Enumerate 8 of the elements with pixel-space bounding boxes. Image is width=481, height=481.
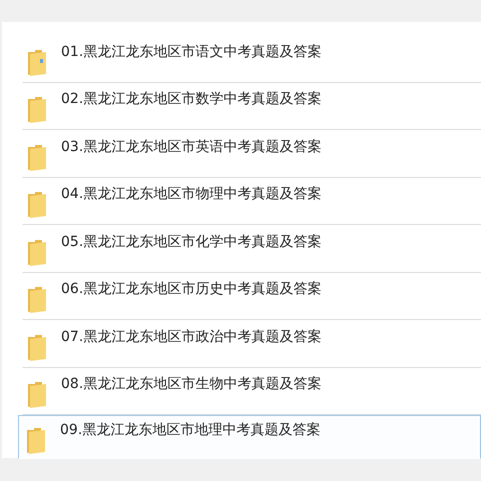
folder-item[interactable]: 07.黑龙江龙东地区市政治中考真题及答案 — [22, 320, 481, 368]
folder-item[interactable]: 01.黑龙江龙东地区市语文中考真题及答案 — [22, 35, 481, 82]
folder-item[interactable]: 03.黑龙江龙东地区市英语中考真题及答案 — [22, 130, 481, 178]
folder-item[interactable]: 04.黑龙江龙东地区市物理中考真题及答案 — [22, 178, 481, 225]
folder-item[interactable]: 02.黑龙江龙东地区市数学中考真题及答案 — [22, 82, 481, 130]
folder-item[interactable]: 09.黑龙江龙东地区市地理中考真题及答案 — [18, 415, 481, 459]
folder-item[interactable]: 05.黑龙江龙东地区市化学中考真题及答案 — [22, 225, 481, 272]
folder-item[interactable]: 06.黑龙江龙东地区市历史中考真题及答案 — [22, 272, 481, 320]
